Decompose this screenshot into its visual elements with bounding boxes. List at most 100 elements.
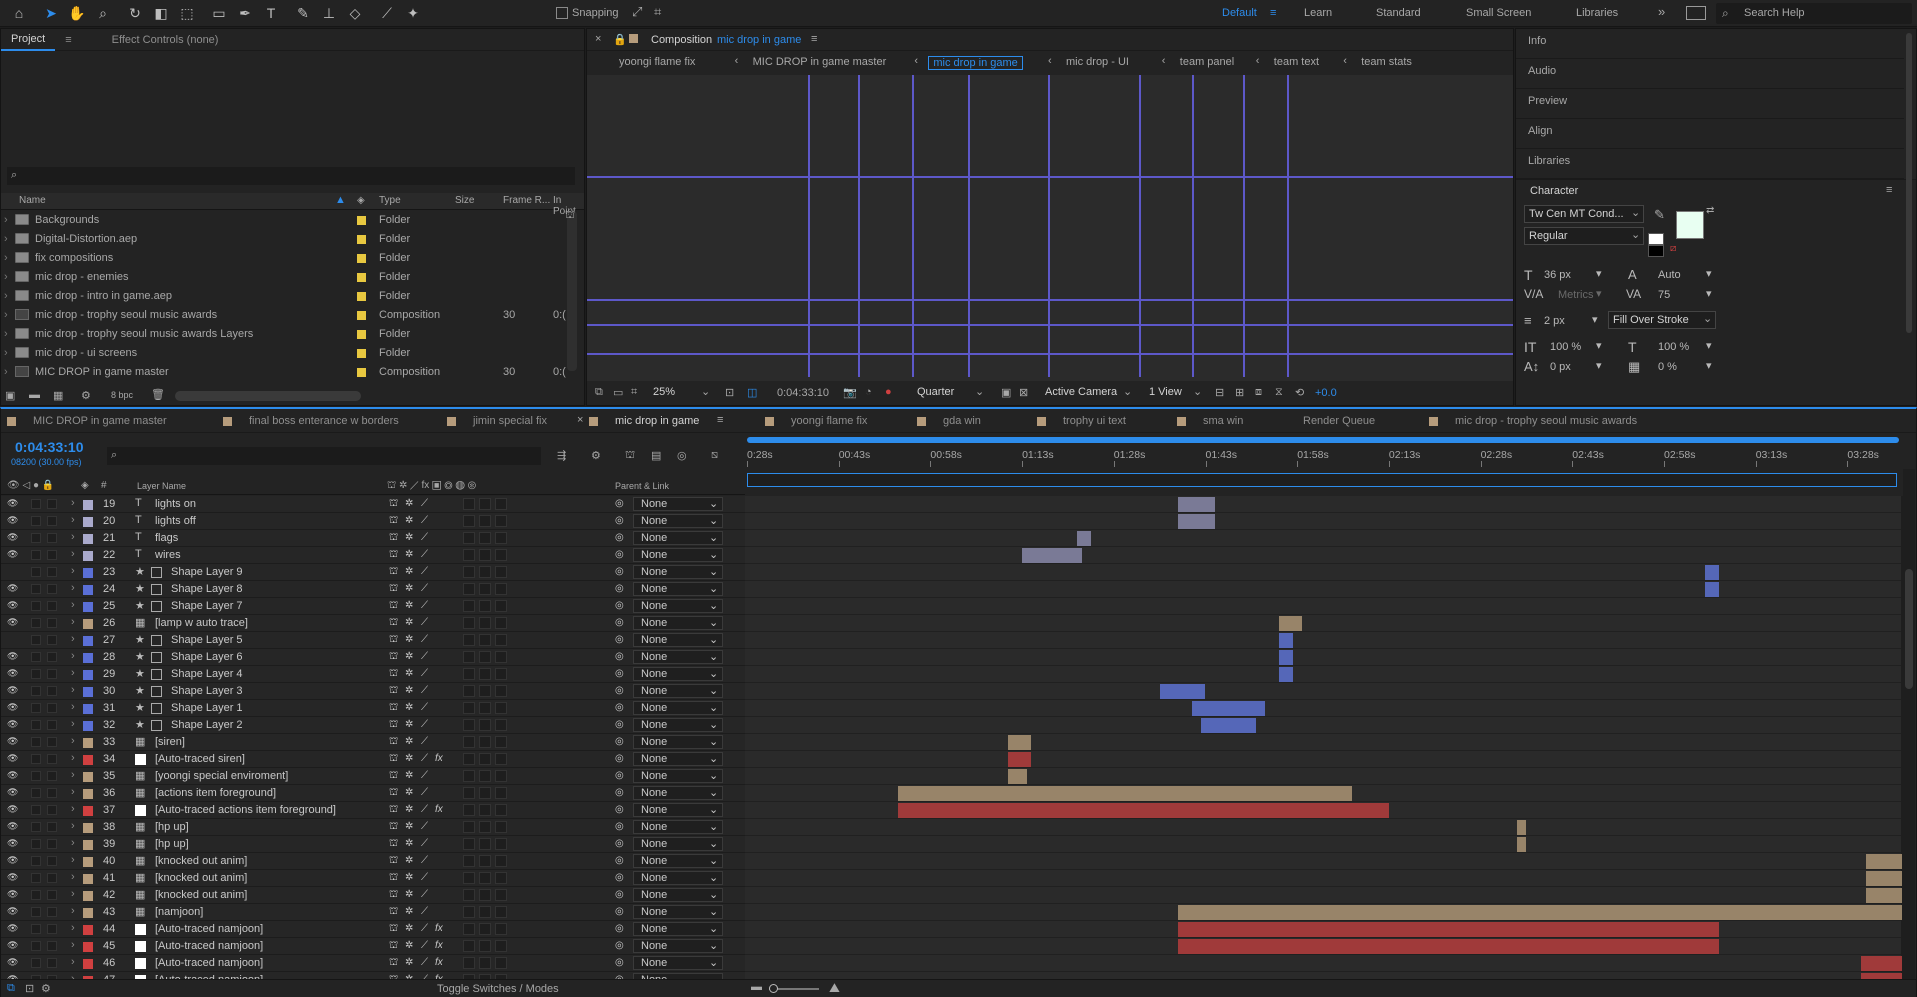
collapse-switch-icon[interactable]: ✲ [405, 940, 413, 951]
snapshot-icon[interactable]: 📷 [843, 386, 857, 399]
clone-stamp-tool-icon[interactable]: ⊥ [318, 2, 340, 24]
track-row[interactable] [745, 530, 1901, 547]
layer-duration-bar[interactable] [1861, 956, 1903, 971]
track-row[interactable] [745, 904, 1903, 921]
label-swatch[interactable] [357, 368, 366, 377]
layer-row[interactable]: 👁 › 38 ▦ [hp up] ⛫ ✲ ⟋ ◎ None ⌄ [1, 819, 745, 836]
zoom-in-icon[interactable]: ⛰ [829, 980, 840, 996]
motion-blur-toggle[interactable] [479, 498, 491, 510]
close-icon[interactable]: × [595, 33, 601, 45]
shy-switch-icon[interactable]: ⛫ [389, 583, 398, 596]
shy-switch-icon[interactable]: ⛫ [389, 566, 398, 579]
layer-row[interactable]: 👁 › 19 Tlights on ⛫ ✲ ⟋ ◎ None ⌄ [1, 496, 745, 513]
layer-row[interactable]: 👁 › 30 ★ Shape Layer 3 ⛫ ✲ ⟋ ◎ None ⌄ [1, 683, 745, 700]
workspace-libraries[interactable]: Libraries [1576, 7, 1618, 19]
effect-fx-icon[interactable]: fx [435, 923, 443, 934]
effect-fx-icon[interactable]: fx [435, 957, 443, 968]
track-row[interactable] [745, 564, 1901, 581]
workspace-learn[interactable]: Learn [1304, 7, 1332, 19]
quality-switch-icon[interactable]: ⟋ [421, 770, 428, 781]
lock-toggle[interactable] [47, 584, 57, 594]
chevron-right-icon[interactable]: › [4, 328, 8, 340]
layer-label-swatch[interactable] [83, 738, 93, 748]
expand-chevron-icon[interactable]: › [71, 956, 75, 968]
pick-whip-icon[interactable]: ◎ [615, 549, 624, 560]
quality-switch-icon[interactable]: ⟋ [421, 753, 428, 764]
label-swatch[interactable] [357, 349, 366, 358]
comp-viewport[interactable] [587, 75, 1513, 381]
quality-switch-icon[interactable]: ⟋ [421, 685, 428, 696]
roto-brush-tool-icon[interactable]: ⟋ [376, 2, 398, 24]
motion-blur-toggle[interactable] [479, 651, 491, 663]
layer-switches-icon[interactable]: ⊡ [25, 982, 34, 995]
expand-chevron-icon[interactable]: › [71, 769, 75, 781]
solo-toggle[interactable] [31, 720, 41, 730]
track-row[interactable] [745, 513, 1901, 530]
pick-whip-icon[interactable]: ◎ [615, 498, 624, 509]
pick-whip-icon[interactable]: ◎ [615, 855, 624, 866]
timeline-menu-icon[interactable]: ≡ [717, 414, 723, 426]
expand-chevron-icon[interactable]: › [71, 922, 75, 934]
col-layer-name[interactable]: Layer Name [137, 481, 186, 491]
camera-tool-icon[interactable]: ◧ [150, 2, 172, 24]
track-row[interactable] [745, 547, 1901, 564]
track-row[interactable] [745, 598, 1901, 615]
layer-name[interactable]: lights on [155, 498, 196, 510]
visibility-eye-icon[interactable]: 👁 [7, 702, 18, 713]
layer-row[interactable]: 👁 › 22 Twires ⛫ ✲ ⟋ ◎ None ⌄ [1, 547, 745, 564]
pick-whip-icon[interactable]: ◎ [615, 889, 624, 900]
motion-blur-toggle[interactable] [479, 583, 491, 595]
project-vertical-scrollbar[interactable] [567, 211, 577, 371]
eyedropper-icon[interactable]: ✎ [1654, 207, 1665, 223]
expand-chevron-icon[interactable]: › [71, 582, 75, 594]
frame-blend-toggle[interactable] [463, 634, 475, 646]
motion-blur-icon[interactable]: ◎ [677, 449, 687, 462]
black-swatch[interactable] [1648, 245, 1664, 257]
layer-label-swatch[interactable] [83, 517, 93, 527]
workspace-menu-icon[interactable]: ≡ [1270, 7, 1276, 19]
track-row[interactable] [745, 819, 1901, 836]
motion-blur-toggle[interactable] [479, 515, 491, 527]
motion-blur-toggle[interactable] [479, 702, 491, 714]
collapse-switch-icon[interactable]: ✲ [405, 719, 413, 730]
track-row[interactable] [745, 853, 1903, 870]
col-frame-rate[interactable]: Frame R... [503, 195, 550, 206]
grid-snap-icon[interactable]: ⌗ [654, 4, 661, 20]
chevron-down-icon[interactable]: ▾ [1592, 313, 1598, 326]
no-stroke-icon[interactable]: ⧄ [1670, 243, 1676, 254]
quality-switch-icon[interactable]: ⟋ [421, 498, 428, 509]
region-of-interest-icon[interactable]: ▣ [1001, 386, 1011, 399]
layer-label-swatch[interactable] [83, 500, 93, 510]
quality-switch-icon[interactable]: ⟋ [421, 872, 428, 883]
frame-blend-toggle[interactable] [463, 702, 475, 714]
motion-blur-toggle[interactable] [479, 821, 491, 833]
lock-toggle[interactable] [47, 924, 57, 934]
shy-switch-icon[interactable]: ⛫ [389, 651, 398, 664]
track-row[interactable] [745, 632, 1901, 649]
white-swatch[interactable] [1648, 233, 1664, 245]
kerning-value[interactable]: Metrics [1558, 289, 1593, 301]
layer-duration-bar[interactable] [1705, 565, 1719, 580]
panel-audio[interactable]: Audio [1516, 59, 1904, 89]
lock-toggle[interactable] [47, 720, 57, 730]
solo-toggle[interactable] [31, 499, 41, 509]
layer-name[interactable]: Shape Layer 6 [171, 651, 243, 663]
collapse-switch-icon[interactable]: ✲ [405, 668, 413, 679]
quality-switch-icon[interactable]: ⟋ [421, 889, 428, 900]
layer-label-swatch[interactable] [83, 534, 93, 544]
pick-whip-icon[interactable]: ◎ [615, 872, 624, 883]
interpret-footage-icon[interactable]: ▣ [5, 389, 15, 402]
motion-blur-toggle[interactable] [479, 668, 491, 680]
close-icon[interactable]: × [577, 414, 583, 426]
layer-row[interactable]: 👁 › 26 ▦ [lamp w auto trace] ⛫ ✲ ⟋ ◎ None ⌄ [1, 615, 745, 632]
motion-blur-toggle[interactable] [479, 957, 491, 969]
motion-blur-toggle[interactable] [479, 634, 491, 646]
exposure-value[interactable]: +0.0 [1315, 387, 1337, 399]
frame-blend-toggle[interactable] [463, 515, 475, 527]
chevron-down-icon[interactable]: ▾ [1706, 287, 1712, 300]
frame-blend-toggle[interactable] [463, 668, 475, 680]
solo-toggle[interactable] [31, 958, 41, 968]
lock-toggle[interactable] [47, 805, 57, 815]
adjustment-toggle[interactable] [495, 702, 507, 714]
shy-switch-icon[interactable]: ⛫ [389, 702, 398, 715]
